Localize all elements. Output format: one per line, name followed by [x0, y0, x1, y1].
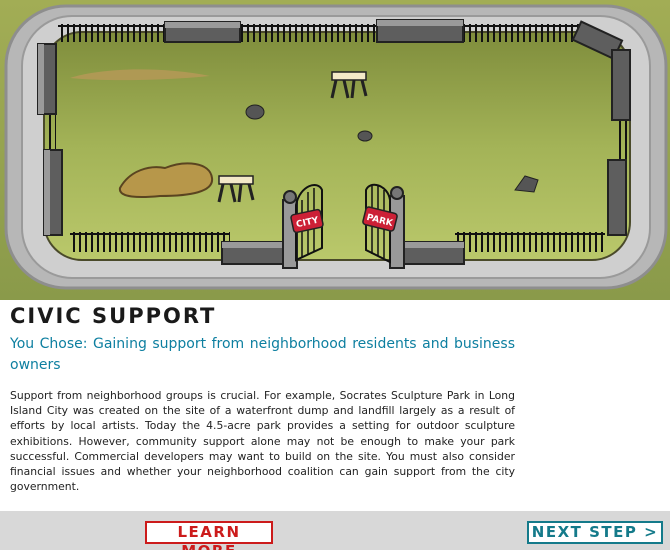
info-panel: CIVIC SUPPORT You Chose: Gaining support… [0, 300, 670, 511]
learn-more-button[interactable]: LEARN MORE [145, 521, 273, 550]
barrier-top-right [376, 19, 464, 43]
choice-summary: You Chose: Gaining support from neighbor… [10, 336, 515, 373]
barrier-right-top [611, 49, 631, 121]
barrier-top-left [164, 21, 241, 43]
barrier-right-bottom [607, 159, 627, 236]
button-bar: LEARN MORE NEXT STEP > [0, 511, 670, 550]
barrier-bottom-left [221, 241, 285, 265]
park-lot-scene: CITY PARK [0, 0, 670, 300]
vacant-lot [43, 31, 631, 261]
rock [245, 104, 265, 120]
barrier-bottom-right [401, 241, 465, 265]
barrier-left-top [37, 43, 57, 115]
explanation-text: Support from neighborhood groups is cruc… [10, 389, 515, 494]
barrier-left-bottom [43, 149, 63, 236]
next-step-button[interactable]: NEXT STEP > [527, 521, 663, 544]
section-heading: CIVIC SUPPORT [10, 304, 217, 328]
game-screen: CITY PARK CIVIC SUPPORT You Chose: Gaini… [0, 0, 670, 550]
rock [357, 130, 373, 142]
